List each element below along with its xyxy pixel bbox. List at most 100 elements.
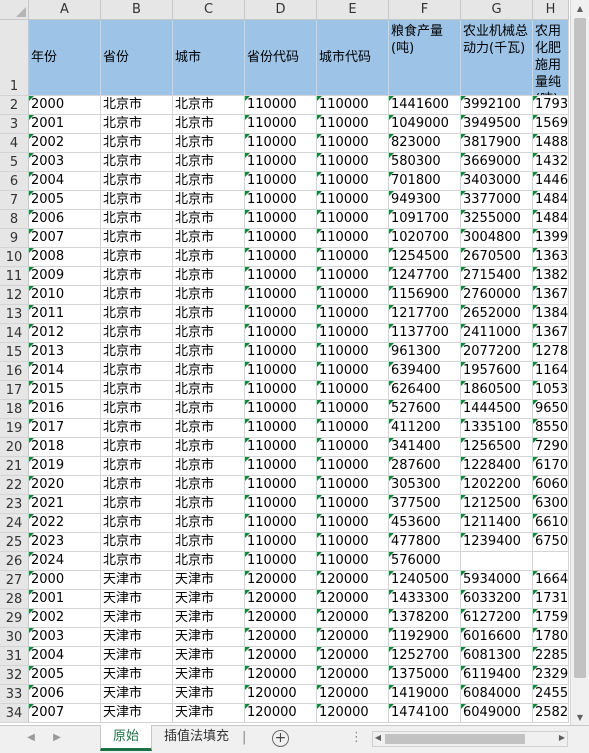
table-cell[interactable]: 5934000	[461, 571, 533, 590]
table-cell[interactable]: 120000	[317, 666, 389, 685]
table-cell[interactable]: 2003	[29, 628, 101, 647]
row-number[interactable]: 23	[0, 495, 28, 514]
table-cell[interactable]: 6084000	[461, 685, 533, 704]
header-cell[interactable]: 农业机械总动力(千瓦)	[461, 20, 533, 96]
table-cell[interactable]: 1957600	[461, 362, 533, 381]
table-cell[interactable]: 北京市	[173, 172, 245, 191]
table-cell[interactable]: 110000	[317, 172, 389, 191]
row-number[interactable]: 21	[0, 457, 28, 476]
table-cell[interactable]: 6750	[533, 533, 569, 552]
table-cell[interactable]: 120000	[317, 685, 389, 704]
table-cell[interactable]: 110000	[317, 324, 389, 343]
table-cell[interactable]: 天津市	[101, 666, 173, 685]
table-cell[interactable]: 天津市	[101, 704, 173, 723]
table-cell[interactable]: 北京市	[173, 400, 245, 419]
table-cell[interactable]: 1569	[533, 115, 569, 134]
row-number[interactable]: 4	[0, 134, 28, 153]
table-cell[interactable]: 287600	[389, 457, 461, 476]
table-cell[interactable]: 2001	[29, 115, 101, 134]
table-cell[interactable]: 120000	[317, 609, 389, 628]
row-number[interactable]: 34	[0, 704, 28, 723]
table-cell[interactable]: 949300	[389, 191, 461, 210]
scroll-left-arrow-icon[interactable]: ◀	[373, 733, 383, 742]
table-cell[interactable]: 2455	[533, 685, 569, 704]
row-number[interactable]: 29	[0, 609, 28, 628]
table-cell[interactable]: 2004	[29, 647, 101, 666]
table-cell[interactable]: 2022	[29, 514, 101, 533]
table-cell[interactable]: 3004800	[461, 229, 533, 248]
table-cell[interactable]: 1484	[533, 191, 569, 210]
table-cell[interactable]: 6060	[533, 476, 569, 495]
table-cell[interactable]: 626400	[389, 381, 461, 400]
table-cell[interactable]: 120000	[317, 647, 389, 666]
table-cell[interactable]: 110000	[245, 191, 317, 210]
table-cell[interactable]: 3817900	[461, 134, 533, 153]
table-cell[interactable]: 2001	[29, 590, 101, 609]
table-cell[interactable]: 110000	[317, 229, 389, 248]
table-cell[interactable]: 2024	[29, 552, 101, 571]
table-cell[interactable]: 120000	[245, 666, 317, 685]
table-cell[interactable]: 北京市	[173, 134, 245, 153]
table-cell[interactable]: 北京市	[173, 419, 245, 438]
table-cell[interactable]: 2004	[29, 172, 101, 191]
table-cell[interactable]: 110000	[317, 457, 389, 476]
prev-sheet-arrow-icon[interactable]: ◀	[24, 732, 38, 743]
table-cell[interactable]: 1211400	[461, 514, 533, 533]
table-cell[interactable]: 天津市	[173, 685, 245, 704]
table-cell[interactable]: 2016	[29, 400, 101, 419]
table-cell[interactable]: 305300	[389, 476, 461, 495]
table-cell[interactable]: 120000	[245, 609, 317, 628]
table-cell[interactable]: 110000	[317, 381, 389, 400]
row-number[interactable]: 17	[0, 381, 28, 400]
table-cell[interactable]: 2018	[29, 438, 101, 457]
table-cell[interactable]: 2760000	[461, 286, 533, 305]
table-cell[interactable]: 北京市	[173, 248, 245, 267]
table-cell[interactable]: 北京市	[101, 343, 173, 362]
table-cell[interactable]: 961300	[389, 343, 461, 362]
table-cell[interactable]: 北京市	[173, 552, 245, 571]
table-cell[interactable]: 110000	[317, 210, 389, 229]
table-cell[interactable]: 1049000	[389, 115, 461, 134]
table-cell[interactable]: 2005	[29, 191, 101, 210]
table-cell[interactable]: 110000	[245, 324, 317, 343]
table-cell[interactable]: 北京市	[173, 96, 245, 115]
table-cell[interactable]: 110000	[317, 552, 389, 571]
table-cell[interactable]: 北京市	[101, 248, 173, 267]
table-cell[interactable]: 北京市	[101, 115, 173, 134]
table-cell[interactable]: 1446	[533, 172, 569, 191]
table-cell[interactable]: 110000	[317, 476, 389, 495]
table-cell[interactable]: 2285	[533, 647, 569, 666]
table-cell[interactable]: 2002	[29, 609, 101, 628]
table-cell[interactable]: 110000	[245, 495, 317, 514]
table-cell[interactable]: 2670500	[461, 248, 533, 267]
header-cell[interactable]: 城市	[173, 20, 245, 96]
table-cell[interactable]: 北京市	[101, 514, 173, 533]
tab-bar-more-icon[interactable]: ⋮	[350, 730, 363, 745]
row-number[interactable]: 20	[0, 438, 28, 457]
table-cell[interactable]: 110000	[245, 210, 317, 229]
table-cell[interactable]: 1441600	[389, 96, 461, 115]
table-cell[interactable]: 北京市	[101, 172, 173, 191]
table-cell[interactable]: 北京市	[101, 495, 173, 514]
row-number[interactable]: 18	[0, 400, 28, 419]
table-cell[interactable]: 1375000	[389, 666, 461, 685]
table-cell[interactable]: 1367	[533, 286, 569, 305]
table-cell[interactable]: 110000	[245, 343, 317, 362]
table-cell[interactable]: 1367	[533, 324, 569, 343]
table-cell[interactable]: 北京市	[101, 533, 173, 552]
table-cell[interactable]: 701800	[389, 172, 461, 191]
table-cell[interactable]: 1731	[533, 590, 569, 609]
table-cell[interactable]: 2013	[29, 343, 101, 362]
table-cell[interactable]: 北京市	[173, 324, 245, 343]
table-cell[interactable]: 120000	[317, 590, 389, 609]
table-cell[interactable]: 北京市	[101, 324, 173, 343]
table-cell[interactable]: 2582	[533, 704, 569, 723]
table-cell[interactable]: 110000	[245, 267, 317, 286]
row-number[interactable]: 15	[0, 343, 28, 362]
table-cell[interactable]: 1664	[533, 571, 569, 590]
table-cell[interactable]: 341400	[389, 438, 461, 457]
table-cell[interactable]: 110000	[317, 400, 389, 419]
table-cell[interactable]: 天津市	[101, 628, 173, 647]
row-number[interactable]: 13	[0, 305, 28, 324]
table-cell[interactable]: 北京市	[101, 552, 173, 571]
